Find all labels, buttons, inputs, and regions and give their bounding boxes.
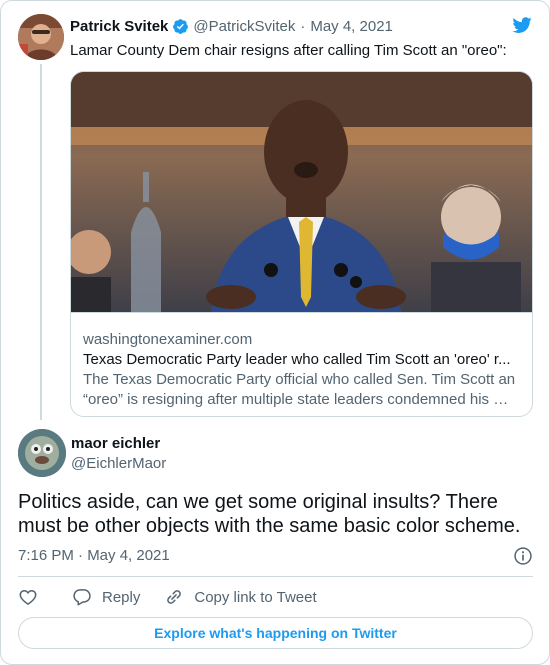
copy-link-label: Copy link to Tweet — [194, 588, 317, 606]
info-icon[interactable] — [513, 546, 533, 566]
like-button[interactable] — [18, 587, 38, 607]
parent-author-name[interactable]: Patrick Svitek — [70, 18, 168, 35]
link-preview-title: Texas Democratic Party leader who called… — [83, 351, 511, 368]
tweet-actions-bar: Reply Copy link to Tweet — [18, 586, 317, 608]
heart-icon — [19, 590, 37, 605]
actions-divider — [18, 576, 533, 577]
link-preview-domain: washingtonexaminer.com — [83, 331, 253, 348]
main-tweet-timestamp[interactable]: 7:16 PM · May 4, 2021 — [18, 546, 170, 566]
tweet-embed-card: Patrick Svitek @PatrickSvitek · May 4, 2… — [0, 0, 550, 665]
explore-twitter-button[interactable]: Explore what's happening on Twitter — [18, 617, 533, 649]
link-preview-description: The Texas Democratic Party official who … — [83, 371, 516, 408]
main-author-avatar[interactable] — [18, 429, 66, 477]
parent-tweet-date[interactable]: May 4, 2021 — [310, 18, 393, 35]
reply-label: Reply — [102, 588, 141, 606]
reply-icon — [73, 589, 91, 606]
main-tweet-text: Politics aside, can we get some original… — [18, 491, 521, 537]
thread-connector-line — [40, 64, 42, 420]
header-separator: · — [300, 17, 306, 35]
parent-author-handle[interactable]: @PatrickSvitek — [193, 18, 295, 35]
main-author-handle[interactable]: @EichlerMaor — [71, 455, 166, 473]
link-preview-meta: washingtonexaminer.com Texas Democratic … — [71, 312, 532, 416]
twitter-bird-icon[interactable] — [511, 15, 533, 35]
link-icon — [167, 590, 182, 604]
parent-tweet-text: Lamar County Dem chair resigns after cal… — [70, 42, 507, 59]
main-author-name[interactable]: maor eichler — [71, 435, 160, 453]
reply-button[interactable]: Reply — [72, 587, 140, 607]
parent-tweet-header: Patrick Svitek @PatrickSvitek · May 4, 2… — [70, 16, 393, 36]
link-preview-card[interactable]: washingtonexaminer.com Texas Democratic … — [70, 71, 533, 417]
copy-link-button[interactable]: Copy link to Tweet — [164, 587, 317, 607]
parent-author-avatar[interactable] — [18, 14, 64, 60]
link-preview-image — [71, 72, 532, 312]
verified-badge-icon — [172, 18, 189, 35]
